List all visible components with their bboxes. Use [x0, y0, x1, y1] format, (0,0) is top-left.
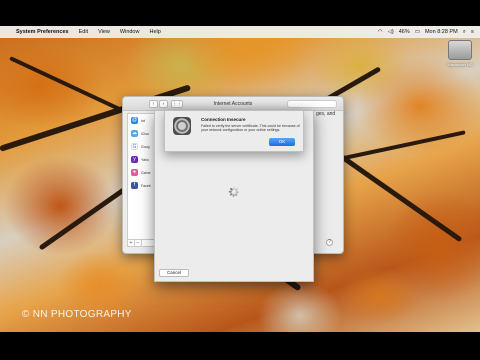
- yahoo-icon: y: [131, 156, 138, 163]
- menu-clock[interactable]: Mon 8:28 PM: [425, 29, 458, 35]
- alert-message: Failed to verify the server certificate.…: [201, 124, 300, 133]
- at-icon: @: [131, 117, 138, 124]
- ok-button[interactable]: OK: [269, 138, 295, 146]
- status-area: ◠ ◁) 46% ▭ Mon 8:28 PM ⌕ ≡: [378, 29, 480, 36]
- account-label: Yaho: [141, 157, 149, 162]
- google-icon: G: [131, 143, 138, 150]
- wifi-icon[interactable]: ◠: [378, 29, 383, 35]
- battery-percent[interactable]: 46%: [399, 29, 410, 35]
- help-button[interactable]: ?: [326, 239, 333, 246]
- menu-window[interactable]: Window: [115, 29, 145, 35]
- pane-description-fragment: ges, and: [316, 111, 336, 117]
- remove-account-button[interactable]: −: [135, 240, 142, 246]
- account-label: Faceb: [141, 183, 151, 188]
- spotlight-icon[interactable]: ⌕: [463, 29, 466, 36]
- window-titlebar[interactable]: ‹ › ⋮⋮ Internet Accounts: [123, 97, 343, 111]
- menu-edit[interactable]: Edit: [74, 29, 93, 35]
- cancel-button[interactable]: Cancel: [159, 269, 189, 277]
- account-label: Goog: [141, 144, 150, 149]
- photographer-watermark: © NN PHOTOGRAPHY: [22, 309, 132, 320]
- facebook-icon: f: [131, 182, 138, 189]
- account-label: Int: [141, 118, 145, 123]
- connection-insecure-alert: Connection Insecure Failed to verify the…: [164, 110, 304, 152]
- account-label: Game: [141, 170, 151, 175]
- menu-app-name[interactable]: System Preferences: [11, 29, 74, 35]
- menu-view[interactable]: View: [93, 29, 115, 35]
- game-center-icon: ●: [131, 169, 138, 176]
- alert-title: Connection Insecure: [201, 117, 246, 122]
- account-label: iClou: [141, 131, 149, 136]
- volume-icon[interactable]: ◁): [388, 29, 394, 35]
- menu-bar: System Preferences Edit View Window Help…: [0, 26, 480, 38]
- hard-drive-label[interactable]: Macintosh HD: [441, 62, 479, 67]
- hard-drive-icon[interactable]: [448, 40, 472, 60]
- search-field[interactable]: [287, 100, 337, 108]
- loading-spinner-icon: [228, 187, 239, 197]
- add-account-button[interactable]: +: [128, 240, 135, 246]
- system-preferences-gear-icon: [173, 117, 191, 135]
- notification-center-icon[interactable]: ≡: [471, 29, 474, 35]
- menu-help[interactable]: Help: [144, 29, 165, 35]
- battery-icon[interactable]: ▭: [415, 29, 420, 35]
- cloud-icon: ☁: [131, 130, 138, 137]
